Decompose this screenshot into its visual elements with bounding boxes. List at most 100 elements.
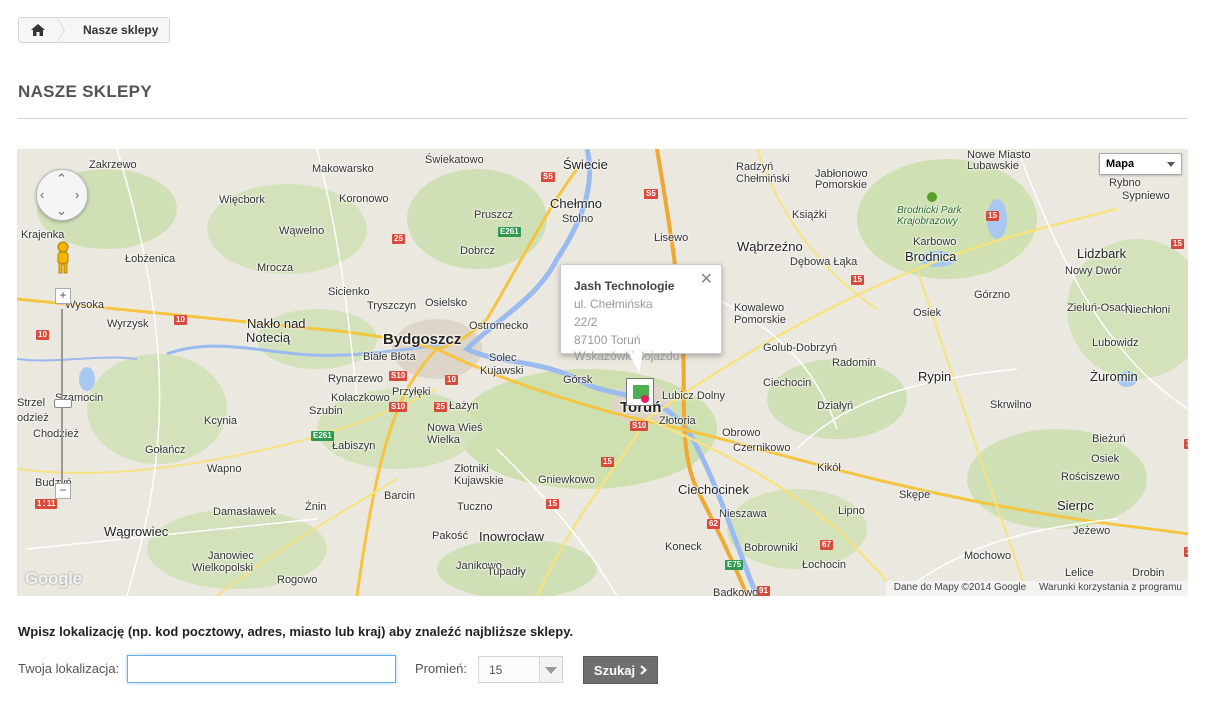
map-place-label: Czernikowo — [733, 442, 791, 454]
pan-down-icon[interactable]: ⌄ — [56, 204, 67, 217]
store-map[interactable]: Zakrzewo Makowarsko Świekatowo Świecie Radzy… — [17, 149, 1188, 596]
map-place-label: Żnin — [305, 501, 327, 513]
map-place-label: Sicienko — [328, 286, 370, 298]
road-shield: 10 — [445, 375, 458, 385]
map-place-label: Koronowo — [339, 193, 389, 205]
map-place-label: Krajobrazowy — [897, 216, 958, 227]
map-place-label: Nakło nad — [247, 316, 306, 331]
breadcrumb-home-link[interactable] — [19, 17, 65, 43]
map-place-label: Chełmiński — [736, 173, 790, 185]
road-shield: 62 — [707, 519, 720, 529]
radius-select[interactable]: 15 — [478, 656, 563, 683]
map-place-label: Wągrowiec — [104, 524, 169, 539]
map-place-label: Kcynia — [204, 415, 238, 427]
road-shield: S10 — [389, 371, 408, 381]
breadcrumb-current: Nasze sklepy — [83, 23, 159, 37]
map-place-label: Nowy Dwór — [1065, 265, 1122, 277]
street-view-pegman-icon[interactable] — [54, 241, 72, 275]
map-place-label: Pomorskie — [734, 314, 786, 326]
map-place-label: Radzyń — [736, 161, 774, 173]
road-shield: 10 — [174, 315, 187, 325]
map-place-label: Lelice — [1065, 567, 1094, 579]
map-place-label: Lubicz Dolny — [662, 390, 725, 402]
map-place-label: Wielka — [427, 434, 461, 446]
zoom-slider-handle[interactable] — [54, 399, 72, 408]
road-shield: 25 — [392, 234, 405, 244]
map-place-label: Chodzież — [33, 428, 79, 440]
close-icon[interactable]: ✕ — [700, 272, 713, 288]
road-shield: 15 — [601, 457, 614, 467]
map-place-label: Stolno — [562, 213, 594, 225]
google-logo[interactable]: Google — [25, 569, 82, 589]
search-button[interactable]: Szukaj — [583, 656, 658, 684]
map-place-label: Ciechocin — [763, 377, 812, 389]
map-place-label: Barcin — [384, 490, 416, 502]
map-place-label: Przyłęki — [392, 386, 431, 398]
map-place-label: Żuromin — [1090, 369, 1138, 384]
map-place-label: Gniewkowo — [538, 474, 595, 486]
location-input[interactable] — [127, 655, 396, 683]
map-place-label: Działyń — [817, 400, 854, 412]
map-place-label: Makowarsko — [312, 163, 374, 175]
map-place-label: Wielkopolski — [192, 562, 254, 574]
map-place-label: Drobin — [1132, 567, 1165, 579]
store-address-line1: ul. Chełmińska — [574, 297, 653, 311]
map-place-label: Kowalewo — [734, 302, 785, 314]
map-place-label: Tryszczyn — [367, 300, 417, 312]
map-place-label: Mrocza — [257, 262, 294, 274]
map-place-label: Sierpc — [1057, 498, 1094, 513]
radius-label: Promień: — [415, 661, 468, 676]
map-place-label: Niechłoni — [1125, 304, 1171, 316]
map-place-label: Dobrcz — [460, 245, 495, 257]
map-place-label: Kujawskie — [454, 475, 504, 487]
map-data-credit: Dane do Mapy ©2014 Google — [893, 582, 1027, 593]
location-hint: Wpisz lokalizację (np. kod pocztowy, adr… — [18, 624, 574, 639]
map-place-label: Bydgoszcz — [383, 331, 462, 348]
map-place-label: Koneck — [665, 541, 702, 553]
map-place-label: Szubin — [309, 405, 343, 417]
search-button-label: Szukaj — [593, 662, 636, 678]
map-place-label: Obrowo — [722, 427, 761, 439]
map-place-label: Damasławek — [213, 506, 276, 518]
map-type-select[interactable]: Mapa — [1099, 153, 1182, 175]
road-shield: 10 — [1184, 547, 1188, 557]
directions-link[interactable]: Wskazówki dojazdu — [574, 347, 721, 365]
chevron-down-icon[interactable] — [539, 657, 562, 682]
info-window-tail — [629, 353, 643, 373]
zoom-track[interactable] — [61, 309, 63, 484]
pan-control[interactable]: ⌃ ⌄ ‹ › — [36, 169, 88, 221]
pan-right-icon[interactable]: › — [75, 188, 79, 201]
pan-left-icon[interactable]: ‹ — [40, 188, 44, 201]
map-place-label: Lisewo — [654, 232, 689, 244]
map-place-label: Wąwelno — [279, 225, 325, 237]
zoom-out-button[interactable]: − — [55, 483, 71, 499]
map-place-label: Nieszawa — [719, 508, 767, 520]
road-shield: S5 — [541, 172, 555, 182]
map-place-label: Łobżenica — [125, 253, 176, 265]
map-place-label: Łabiszyn — [332, 440, 376, 452]
map-place-label: Sypniewo — [1122, 190, 1170, 202]
cursor-dot — [641, 395, 649, 403]
map-place-label: Karbowo — [913, 236, 957, 248]
map-place-label: Tupadły — [487, 566, 526, 578]
road-shield: 25 — [434, 402, 447, 412]
map-place-label: Pomorskie — [815, 179, 867, 191]
map-place-label: Ostromecko — [469, 320, 529, 332]
terms-link[interactable]: Warunki korzystania z programu — [1039, 582, 1182, 593]
map-base — [17, 149, 1188, 596]
map-place-label: Lipno — [838, 505, 865, 517]
road-shield: 91 — [757, 586, 770, 596]
road-shield: 15 — [851, 275, 864, 285]
map-place-label: Bobrowniki — [744, 542, 798, 554]
zoom-in-button[interactable]: + — [55, 288, 71, 304]
map-place-label: Notecią — [246, 330, 291, 345]
radius-value: 15 — [489, 663, 503, 677]
pan-up-icon[interactable]: ⌃ — [56, 172, 67, 185]
store-marker-icon[interactable] — [626, 378, 654, 406]
road-shield: 67 — [820, 540, 833, 550]
location-label: Twoja lokalizacja: — [18, 661, 120, 676]
map-place-label: Rogowo — [277, 574, 318, 586]
road-shield: S5 — [644, 189, 658, 199]
map-place-label: Złotniki — [454, 463, 489, 475]
map-place-label: Osielsko — [425, 297, 468, 309]
